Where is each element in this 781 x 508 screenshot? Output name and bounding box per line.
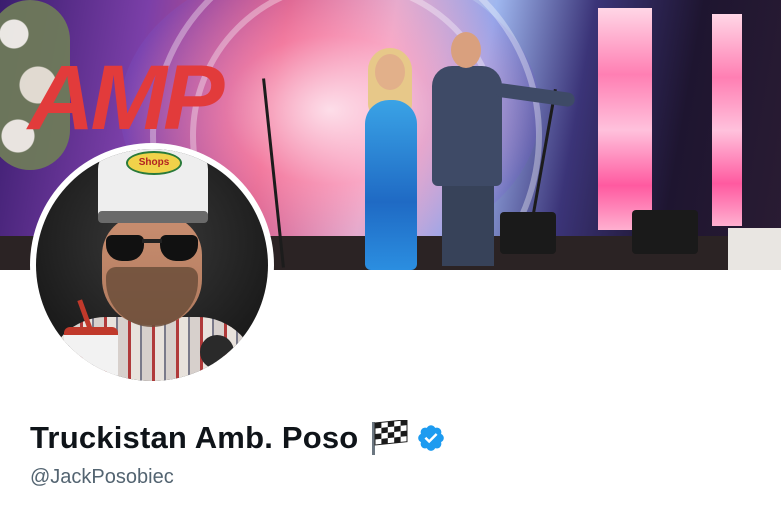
display-name: Truckistan Amb. Poso bbox=[30, 420, 359, 455]
man-suit bbox=[432, 66, 502, 186]
sunglasses-right-lens bbox=[160, 235, 198, 261]
sunglasses-left-lens bbox=[106, 235, 144, 261]
radio-icon bbox=[200, 335, 234, 369]
profile-handle: @JackPosobiec bbox=[30, 466, 174, 488]
hat-brim bbox=[98, 211, 208, 223]
man-head bbox=[451, 32, 481, 68]
man-legs bbox=[442, 180, 494, 266]
stage-logo: AMP bbox=[28, 47, 224, 149]
profile-name-row: Truckistan Amb. Poso bbox=[30, 418, 446, 458]
soda-cup bbox=[64, 327, 118, 381]
led-panel bbox=[712, 14, 742, 226]
sunglasses-bridge bbox=[142, 239, 162, 243]
profile-avatar[interactable]: Shops bbox=[36, 149, 268, 381]
stage-monitor-speaker bbox=[632, 210, 698, 254]
stage-table bbox=[728, 228, 781, 270]
hat-logo: Shops bbox=[126, 151, 182, 175]
woman-sequin-dress bbox=[365, 100, 417, 270]
verified-badge-icon[interactable] bbox=[416, 423, 446, 453]
stage-monitor-speaker bbox=[500, 212, 556, 254]
led-panel bbox=[598, 8, 652, 230]
woman-head bbox=[375, 54, 405, 90]
profile-avatar-frame[interactable]: Shops bbox=[30, 143, 274, 387]
chequered-flag-icon bbox=[370, 419, 410, 456]
